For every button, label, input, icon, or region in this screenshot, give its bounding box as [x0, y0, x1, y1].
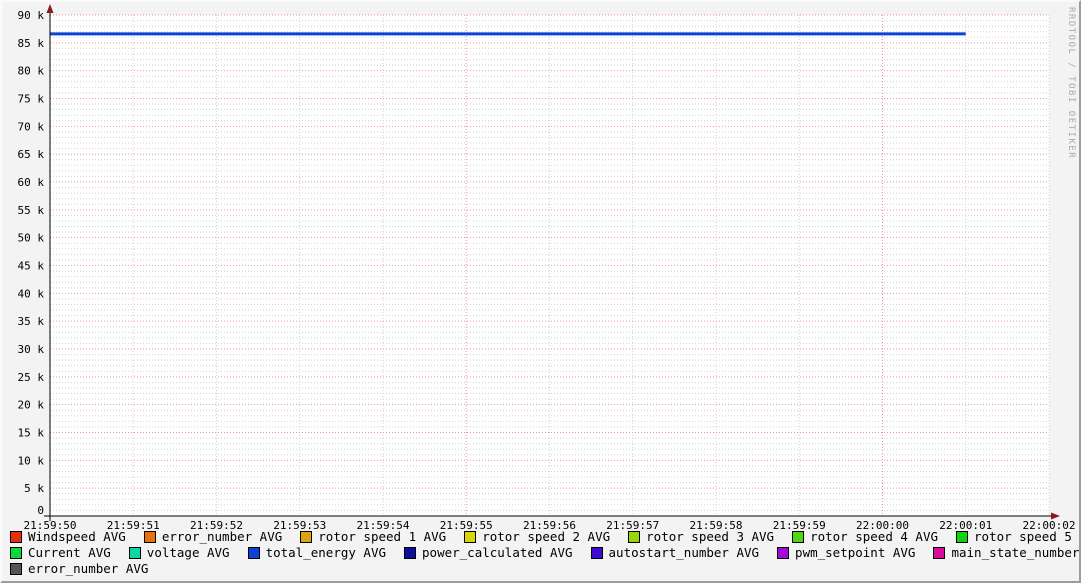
rrdtool-graph: 0 5 k 10 k 15 k 20 k 25 k 30 k 35 k 40 k 45 k 50 k…: [0, 0, 1081, 583]
legend-label: Current AVG: [28, 545, 111, 561]
legend-label: autostart_number AVG: [609, 545, 760, 561]
legend-swatch-icon: [591, 547, 603, 559]
legend-label: rotor speed 3 AVG: [646, 529, 774, 545]
legend-label: voltage AVG: [147, 545, 230, 561]
legend-swatch-icon: [933, 547, 945, 559]
legend: Windspeed AVG error_number AVG rotor speed…: [10, 529, 1075, 577]
legend-item: error_number AVG: [10, 561, 148, 577]
watermark-text: RRDTOOL / TOBI OETIKER: [1066, 7, 1076, 159]
legend-label: main_state_number AVG: [951, 545, 1081, 561]
legend-swatch-icon: [792, 531, 804, 543]
y-tick-label: 0: [37, 504, 44, 517]
legend-swatch-icon: [129, 547, 141, 559]
y-tick-label: 45 k: [18, 260, 45, 273]
legend-label: error_number AVG: [162, 529, 282, 545]
legend-item: pwm_setpoint AVG: [777, 545, 915, 561]
legend-item: rotor speed 4 AVG: [792, 529, 938, 545]
legend-swatch-icon: [628, 531, 640, 543]
legend-item: Current AVG: [10, 545, 111, 561]
legend-label: Windspeed AVG: [28, 529, 126, 545]
legend-swatch-icon: [777, 547, 789, 559]
y-axis-arrow-icon: [47, 4, 54, 13]
legend-swatch-icon: [300, 531, 312, 543]
legend-item: autostart_number AVG: [591, 545, 760, 561]
legend-swatch-icon: [10, 547, 22, 559]
y-tick-label: 20 k: [18, 399, 45, 412]
y-tick-label: 70 k: [18, 120, 45, 133]
legend-label: rotor speed 5 AVG: [974, 529, 1081, 545]
y-tick-label: 80 k: [18, 65, 45, 78]
legend-item: voltage AVG: [129, 545, 230, 561]
legend-item: total_energy AVG: [248, 545, 386, 561]
y-tick-label: 60 k: [18, 176, 45, 189]
y-tick-label: 25 k: [18, 371, 45, 384]
legend-item: rotor speed 1 AVG: [300, 529, 446, 545]
legend-item: power_calculated AVG: [404, 545, 573, 561]
legend-row: error_number AVG: [10, 561, 1075, 577]
y-tick-label: 40 k: [18, 287, 45, 300]
legend-label: rotor speed 1 AVG: [318, 529, 446, 545]
y-tick-label: 30 k: [18, 343, 45, 356]
legend-item: rotor speed 3 AVG: [628, 529, 774, 545]
legend-swatch-icon: [956, 531, 968, 543]
legend-label: power_calculated AVG: [422, 545, 573, 561]
legend-item: error_number AVG: [144, 529, 282, 545]
legend-swatch-icon: [248, 547, 260, 559]
y-tick-label: 55 k: [18, 204, 45, 217]
legend-swatch-icon: [144, 531, 156, 543]
legend-swatch-icon: [10, 531, 22, 543]
y-tick-label: 65 k: [18, 148, 45, 161]
legend-swatch-icon: [10, 563, 22, 575]
legend-item: rotor speed 5 AVG: [956, 529, 1081, 545]
y-tick-label: 35 k: [18, 315, 45, 328]
y-tick-label: 50 k: [18, 232, 45, 245]
legend-item: rotor speed 2 AVG: [464, 529, 610, 545]
legend-item: main_state_number AVG: [933, 545, 1081, 561]
legend-label: rotor speed 2 AVG: [482, 529, 610, 545]
legend-swatch-icon: [464, 531, 476, 543]
legend-label: total_energy AVG: [266, 545, 386, 561]
y-tick-label: 10 k: [18, 454, 45, 467]
y-tick-label: 85 k: [18, 37, 45, 50]
y-tick-label: 5 k: [24, 482, 44, 495]
legend-label: pwm_setpoint AVG: [795, 545, 915, 561]
y-axis-labels: 0 5 k 10 k 15 k 20 k 25 k 30 k 35 k 40 k 45 k 50 k…: [18, 9, 45, 517]
legend-swatch-icon: [404, 547, 416, 559]
legend-row: Current AVG voltage AVG total_energy AVG po…: [10, 545, 1075, 561]
y-tick-label: 90 k: [18, 9, 45, 22]
legend-label: error_number AVG: [28, 561, 148, 577]
legend-item: Windspeed AVG: [10, 529, 126, 545]
y-tick-label: 15 k: [18, 427, 45, 440]
legend-row: Windspeed AVG error_number AVG rotor speed…: [10, 529, 1075, 545]
plot-area: 0 5 k 10 k 15 k 20 k 25 k 30 k 35 k 40 k 45 k 50 k…: [2, 2, 1079, 581]
y-tick-label: 75 k: [18, 93, 45, 106]
legend-label: rotor speed 4 AVG: [810, 529, 938, 545]
